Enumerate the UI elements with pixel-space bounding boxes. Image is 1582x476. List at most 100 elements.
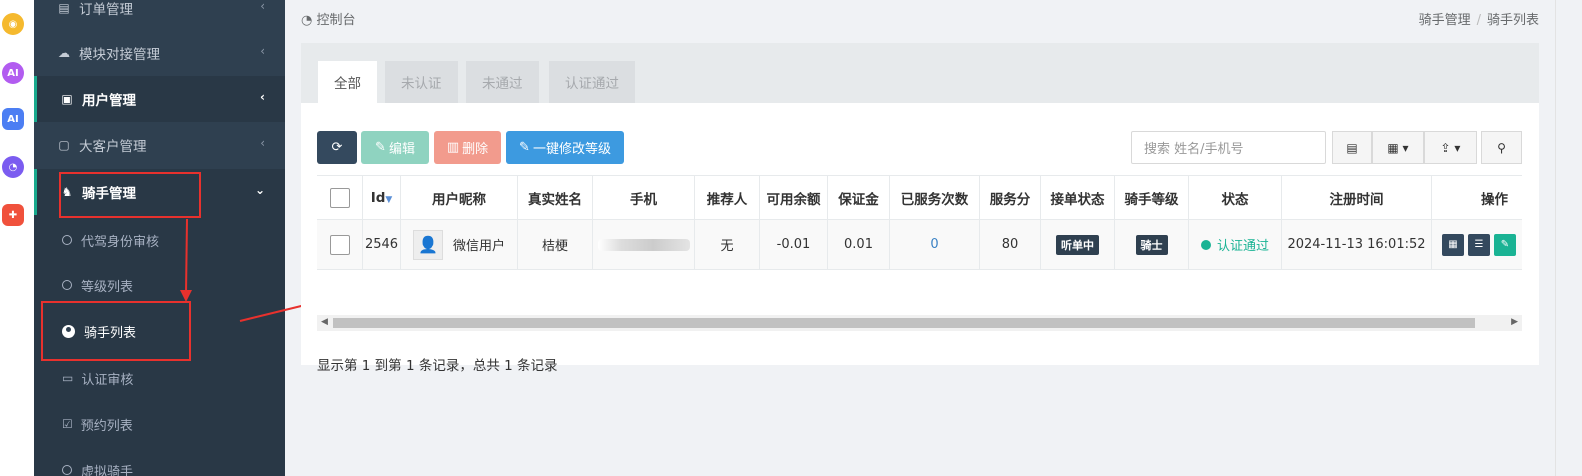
export-icon: ⇪ ▾ [1440,140,1461,155]
tab-verified[interactable]: 认证通过 [549,61,635,103]
submenu-item-booking-list[interactable]: ☑ 预约列表 [34,401,285,447]
sidebar-item-label: 大客户管理 [79,139,147,155]
level-badge: 骑士 [1135,234,1168,255]
col-balance: 可用余额 [759,176,827,219]
ai-assistant-icon[interactable]: AI [2,108,24,130]
export-button[interactable]: ⇪ ▾ [1424,131,1477,164]
cell-actions: ▦ ☰ ✎ [1431,220,1522,269]
breadcrumb-item-current: 骑手列表 [1486,13,1539,28]
scrollbar-thumb[interactable] [333,318,1475,328]
right-edge-strip [1555,0,1582,476]
game-controller-icon[interactable]: ✚ [2,204,24,226]
sidebar-item-orders[interactable]: ▤ 订单管理 ‹ [34,0,285,31]
edit-button[interactable]: ✎ 编辑 [361,131,429,164]
delete-label: 删除 [462,142,489,157]
list-panel: 全部 未认证 未通过 认证通过 ⟳ ✎ 编辑 ▥ 删除 ✎ 一键修改等级 搜索 … [301,43,1539,374]
tab-unverified[interactable]: 未认证 [385,61,458,103]
col-level: 骑手等级 [1114,176,1188,219]
cell-registered: 2024-11-13 16:01:52 [1281,220,1431,269]
col-actions: 操作 [1431,176,1522,219]
edit-pencil-icon[interactable]: ✎ [1494,233,1516,256]
col-real-name: 真实姓名 [517,176,592,219]
submenu-label: 虚拟骑手 [81,464,134,476]
status-badge: 认证通过 [1200,235,1269,254]
submenu-label: 预约列表 [80,418,133,434]
cell-status: 认证通过 [1188,220,1281,269]
refresh-button[interactable]: ⟳ [317,131,357,164]
cell-id: 2546 [362,220,400,269]
detail-list-icon[interactable]: ☰ [1468,233,1490,256]
scroll-right-icon[interactable]: ▶ [1511,317,1518,327]
table-row[interactable]: 2546 👤 微信用户 桔梗 无 -0.01 0.01 0 80 听单中 骑士 … [317,220,1522,270]
sidebar-item-users[interactable]: ▣ 用户管理 ‹ [34,76,285,122]
cell-balance: -0.01 [759,220,827,269]
submenu-label: 代驾身份审核 [81,234,160,250]
ai-app-icon[interactable]: AI [2,62,24,84]
horizontal-scrollbar[interactable]: ◀ ▶ [317,315,1522,331]
breadcrumb: 骑手管理 / 骑手列表 [1419,9,1539,28]
submenu-label: 等级列表 [81,279,134,295]
submenu-item-driver-audit[interactable]: 代驾身份审核 [34,217,285,263]
id-card-icon: ▭ [62,371,74,385]
status-text: 认证通过 [1216,239,1269,254]
cell-served-count[interactable]: 0 [889,220,979,269]
order-status-badge: 听单中 [1056,234,1099,255]
tab-all[interactable]: 全部 [318,61,377,103]
chat-bot-icon[interactable]: ◔ [2,156,24,178]
cell-order-status: 听单中 [1040,220,1114,269]
sidebar-item-label: 订单管理 [79,2,133,18]
search-input[interactable]: 搜索 姓名/手机号 [1131,131,1326,164]
sidebar: ▤ 订单管理 ‹ ☁ 模块对接管理 ‹ ▣ 用户管理 ‹ ▢ 大客户管理 ‹ ♞… [34,0,285,476]
circle-icon [62,280,72,290]
scroll-left-icon[interactable]: ◀ [321,317,328,327]
bulk-level-button[interactable]: ✎ 一键修改等级 [506,131,624,164]
bot-app-icon[interactable]: ◉ [2,13,24,35]
main-content: ◔ 控制台 骑手管理 / 骑手列表 全部 未认证 未通过 认证通过 ⟳ ✎ 编辑 ▥… [285,0,1555,476]
select-all-checkbox[interactable] [329,187,350,208]
dashboard-link[interactable]: ◔ 控制台 [301,9,356,28]
circle-icon [62,465,72,475]
calendar-icon[interactable]: ▦ [1442,233,1464,256]
sidebar-item-modules[interactable]: ☁ 模块对接管理 ‹ [34,30,285,76]
select-all-cell [317,176,362,219]
tab-rejected[interactable]: 未通过 [466,61,539,103]
col-order-status: 接单状态 [1040,176,1114,219]
tab-bar: 全部 未认证 未通过 认证通过 [301,43,1539,103]
cell-phone [592,220,694,269]
submenu-item-virtual-rider[interactable]: 虚拟骑手 [34,447,285,476]
delete-button[interactable]: ▥ 删除 [434,131,501,164]
contact-icon: ▢ [58,138,70,152]
search-icon: ⚲ [1497,140,1506,155]
col-id[interactable]: Id ▼ [362,176,400,219]
blurred-phone [597,238,690,251]
pencil-icon: ✎ [375,140,386,155]
submenu-item-cert-audit[interactable]: ▭ 认证审核 [34,355,285,401]
breadcrumb-item[interactable]: 骑手管理 [1419,13,1471,28]
circle-icon [62,235,72,245]
chevron-left-icon: ‹ [260,90,265,104]
columns-button[interactable]: ▦ ▾ [1372,131,1424,164]
columns-icon: ▦ ▾ [1387,140,1409,155]
sort-desc-icon: ▼ [385,194,393,205]
toggle-view-button[interactable]: ▤ [1332,131,1372,164]
nickname-text: 微信用户 [452,239,505,254]
cloud-icon: ☁ [58,46,70,60]
cell-referrer: 无 [694,220,759,269]
row-select-cell [317,220,362,269]
pagination-info: 显示第 1 到第 1 条记录，总共 1 条记录 [317,358,558,374]
cell-level: 骑士 [1114,220,1188,269]
chevron-left-icon: ‹ [260,0,265,13]
status-dot-icon [1200,239,1211,250]
table-header: Id ▼ 用户昵称 真实姓名 手机 推荐人 可用余额 保证金 已服务次数 服务分 … [317,175,1522,220]
list-icon: ▤ [58,1,70,15]
dashboard-label: 控制台 [316,13,356,28]
bulk-level-label: 一键修改等级 [532,142,611,157]
cell-real-name: 桔梗 [517,220,592,269]
col-served-count: 已服务次数 [889,176,979,219]
row-checkbox[interactable] [329,234,350,255]
cell-score: 80 [979,220,1040,269]
sidebar-item-big-clients[interactable]: ▢ 大客户管理 ‹ [34,122,285,168]
col-score: 服务分 [979,176,1040,219]
breadcrumb-separator: / [1476,13,1481,28]
search-button[interactable]: ⚲ [1481,131,1522,164]
